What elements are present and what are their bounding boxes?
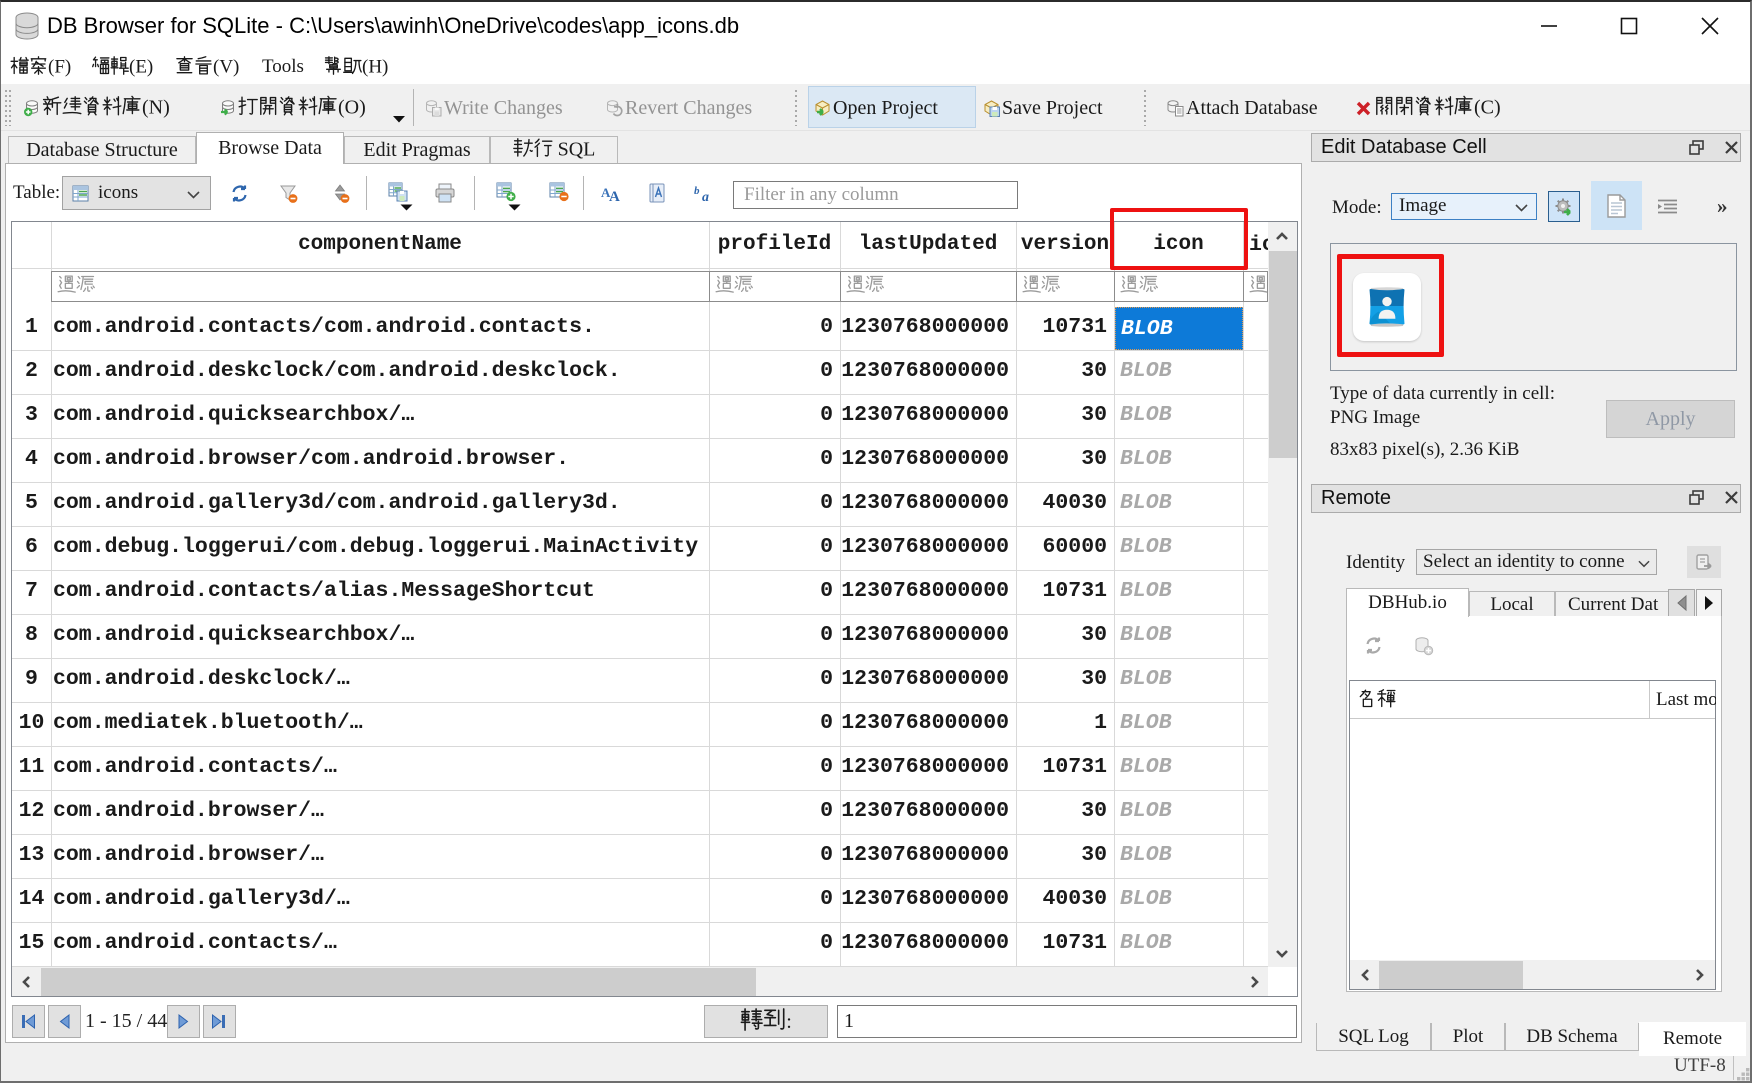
- svg-text:a: a: [702, 190, 709, 205]
- svg-text:A: A: [609, 189, 620, 205]
- svg-text:b: b: [694, 185, 700, 197]
